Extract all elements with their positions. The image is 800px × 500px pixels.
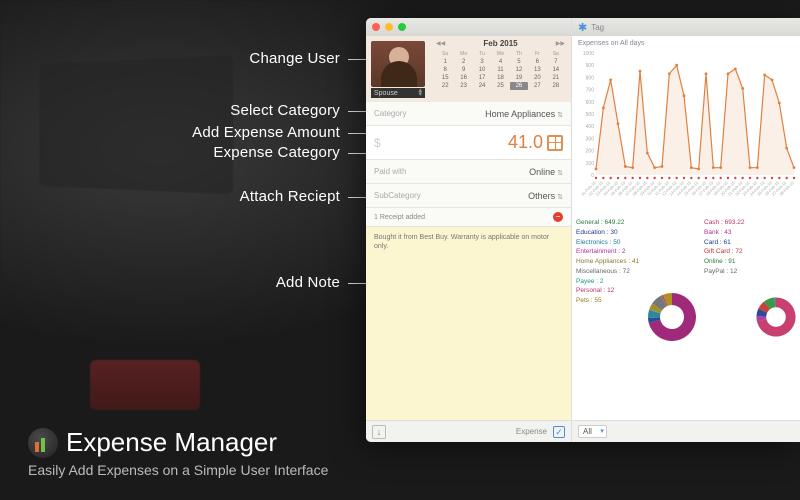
svg-text:100: 100 — [586, 161, 595, 167]
bottom-bar-right: All — [572, 420, 800, 442]
svg-text:200: 200 — [586, 149, 595, 155]
svg-text:400: 400 — [586, 124, 595, 130]
expense-checkbox[interactable]: ✓ — [553, 426, 565, 438]
calendar[interactable]: ◀◀ Feb 2015 ▶▶ SuMoTuWeThFrSa12345678910… — [430, 36, 571, 102]
paid-stepper-icon[interactable]: ⇅ — [557, 170, 563, 177]
cal-next-icon[interactable]: ▶▶ — [556, 40, 565, 47]
callout-change-user: Change User — [249, 50, 340, 67]
title-block: Expense Manager Easily Add Expenses on a… — [28, 427, 328, 478]
line-chart: 0100200300400500600700800900100001-Feb-1… — [578, 49, 798, 199]
zoom-icon[interactable] — [398, 23, 406, 31]
calendar-title: Feb 2015 — [483, 39, 517, 48]
svg-text:1000: 1000 — [583, 51, 594, 57]
chart-area: Expenses on All days 0 100 200 300 400 500 600… — [572, 36, 800, 214]
left-pane: Spouse ▴▾ ◀◀ Feb 2015 ▶▶ SuMoTuWeThFrSa12… — [366, 18, 572, 442]
cal-prev-icon[interactable]: ◀◀ — [436, 40, 445, 47]
close-icon[interactable] — [372, 23, 380, 31]
delete-receipt-icon[interactable]: − — [553, 212, 563, 222]
callout-attach-receipt: Attach Reciept — [240, 188, 340, 205]
app-subtitle: Easily Add Expenses on a Simple User Int… — [28, 462, 328, 478]
paid-label: Paid with — [374, 167, 406, 176]
avatar — [371, 41, 425, 87]
callout-expense-category: Expense Category — [213, 144, 340, 161]
donut-category — [644, 218, 700, 416]
stats-category-list: General : 649.22Education : 30Electronic… — [574, 218, 642, 416]
stats-payment-list: Cash : 693.22Bank : 43Card : 61Gift Card… — [702, 218, 752, 416]
svg-text:900: 900 — [586, 63, 595, 69]
paid-value: Online — [529, 167, 555, 177]
receipt-text: 1 Receipt added — [374, 214, 425, 221]
filter-select[interactable]: All — [578, 425, 607, 438]
svg-text:700: 700 — [586, 88, 595, 94]
calculator-icon[interactable] — [547, 135, 563, 151]
amount-value[interactable]: 41.0 — [508, 132, 543, 153]
subcat-value: Others — [528, 191, 555, 201]
callout-layer: Change User Select Category Add Expense … — [0, 0, 370, 400]
currency-symbol: $ — [374, 136, 381, 150]
callout-add-note: Add Note — [276, 274, 340, 291]
stats-row: General : 649.22Education : 30Electronic… — [572, 214, 800, 420]
subcategory-row[interactable]: SubCategory Others⇅ — [366, 184, 571, 208]
subcat-label: SubCategory — [374, 191, 421, 200]
subcat-stepper-icon[interactable]: ⇅ — [557, 194, 563, 201]
callout-select-category: Select Category — [230, 102, 340, 119]
svg-text:800: 800 — [586, 75, 595, 81]
user-stepper-icon[interactable]: ▴▾ — [418, 89, 422, 97]
category-value: Home Appliances — [485, 109, 555, 119]
receipt-row[interactable]: 1 Receipt added − — [366, 208, 571, 227]
svg-text:500: 500 — [586, 112, 595, 118]
svg-text:300: 300 — [586, 136, 595, 142]
svg-text:600: 600 — [586, 100, 595, 106]
chart-title: Expenses on All days — [578, 40, 798, 47]
minimize-icon[interactable] — [385, 23, 393, 31]
category-stepper-icon[interactable]: ⇅ — [557, 112, 563, 119]
gear-icon[interactable]: ✱ — [578, 21, 587, 34]
note-field[interactable]: Bought it from Best Buy. Warranty is app… — [366, 227, 571, 420]
app-window: Spouse ▴▾ ◀◀ Feb 2015 ▶▶ SuMoTuWeThFrSa12… — [366, 18, 800, 442]
callout-add-amount: Add Expense Amount — [192, 124, 340, 141]
download-icon[interactable]: ↓ — [372, 425, 386, 439]
category-label: Category — [374, 109, 406, 118]
app-icon — [28, 428, 58, 458]
titlebar — [366, 18, 571, 36]
tag-label: Tag — [591, 23, 604, 32]
svg-text:0: 0 — [591, 173, 594, 179]
paid-with-row[interactable]: Paid with Online⇅ — [366, 160, 571, 184]
category-row[interactable]: Category Home Appliances⇅ — [366, 102, 571, 126]
expense-label: Expense — [516, 427, 547, 436]
donut-payment — [754, 218, 798, 416]
amount-row[interactable]: $ 41.0 — [366, 126, 571, 160]
app-title: Expense Manager — [66, 427, 277, 457]
tag-bar: ✱ Tag — [572, 18, 800, 36]
user-name: Spouse — [374, 90, 398, 97]
right-pane: ✱ Tag Expenses on All days 0 100 200 300 400… — [572, 18, 800, 442]
user-calendar-row: Spouse ▴▾ ◀◀ Feb 2015 ▶▶ SuMoTuWeThFrSa12… — [366, 36, 571, 102]
bottom-bar-left: ↓ Expense ✓ — [366, 420, 571, 442]
user-selector[interactable]: Spouse ▴▾ — [366, 36, 430, 102]
